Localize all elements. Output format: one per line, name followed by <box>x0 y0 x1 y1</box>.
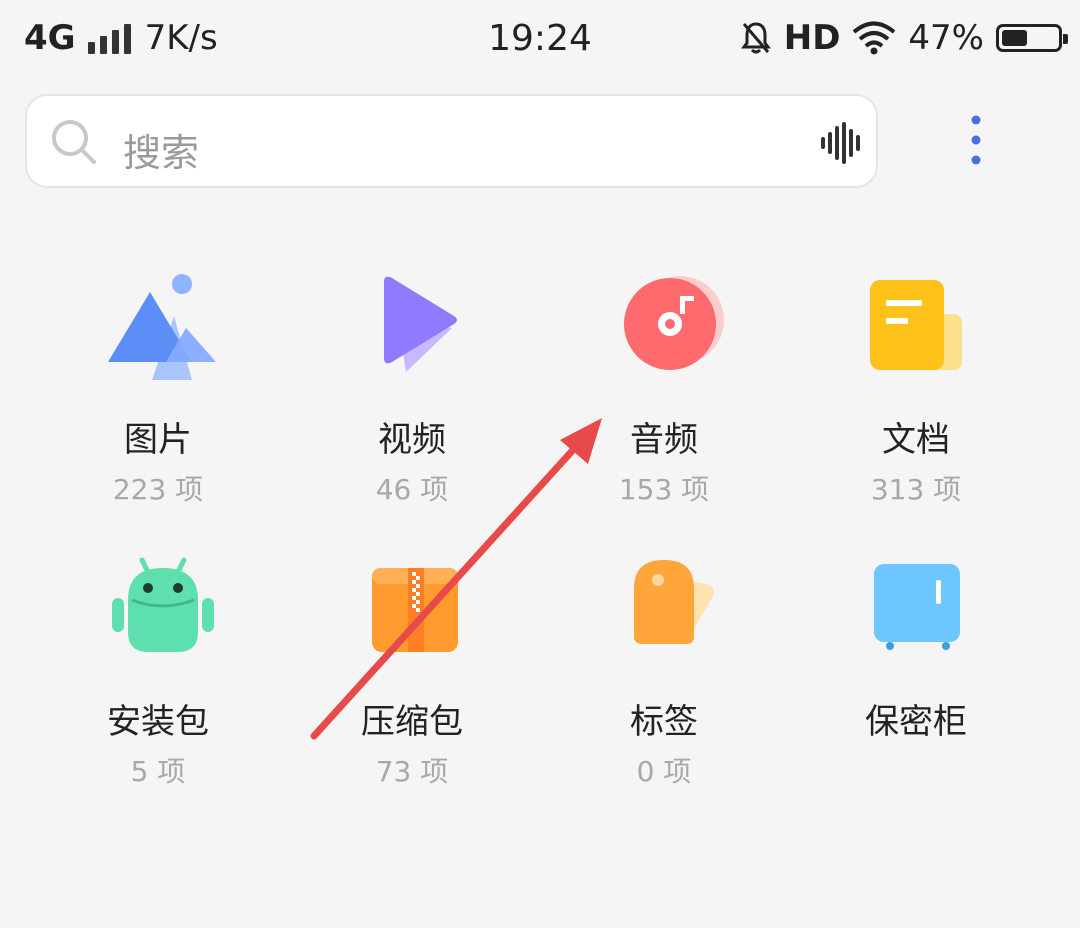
safe-box-icon <box>874 564 960 650</box>
category-label: 视频 <box>378 420 446 460</box>
android-icon <box>112 557 214 652</box>
category-count: 223 项 <box>112 473 204 506</box>
tag-icon <box>634 560 714 644</box>
video-play-icon <box>384 276 457 372</box>
battery-percent: 47% <box>908 18 984 58</box>
category-count: 313 项 <box>870 473 962 506</box>
category-label: 文档 <box>882 420 950 460</box>
battery-icon <box>996 24 1068 52</box>
mute-bell-icon <box>740 22 771 54</box>
search-bar[interactable]: 搜索 <box>25 94 878 188</box>
document-icon <box>870 280 962 370</box>
category-label: 图片 <box>124 420 192 460</box>
category-count: 5 项 <box>130 755 186 788</box>
category-label: 音频 <box>630 420 698 460</box>
category-label: 保密柜 <box>865 702 967 742</box>
zip-archive-icon <box>372 568 458 652</box>
more-options-icon[interactable] <box>958 112 994 172</box>
category-count: 153 项 <box>618 473 710 506</box>
category-count: 73 项 <box>375 755 449 788</box>
battery-fill <box>1002 30 1028 46</box>
category-label: 标签 <box>630 702 698 742</box>
wifi-icon <box>853 21 896 55</box>
category-label: 安装包 <box>107 702 209 742</box>
category-count: 46 项 <box>375 473 449 506</box>
image-icon <box>108 274 216 380</box>
category-count: 0 项 <box>636 755 692 788</box>
category-label: 压缩包 <box>361 702 463 742</box>
status-bar: 4G 7K/s 19:24 HD 47% <box>0 0 1080 78</box>
status-right: HD 47% <box>740 18 1068 58</box>
hd-badge: HD <box>783 18 841 58</box>
search-input[interactable]: 搜索 <box>123 122 199 177</box>
voice-search-icon[interactable] <box>820 122 864 164</box>
music-disc-icon <box>624 276 724 370</box>
search-icon <box>52 120 96 164</box>
